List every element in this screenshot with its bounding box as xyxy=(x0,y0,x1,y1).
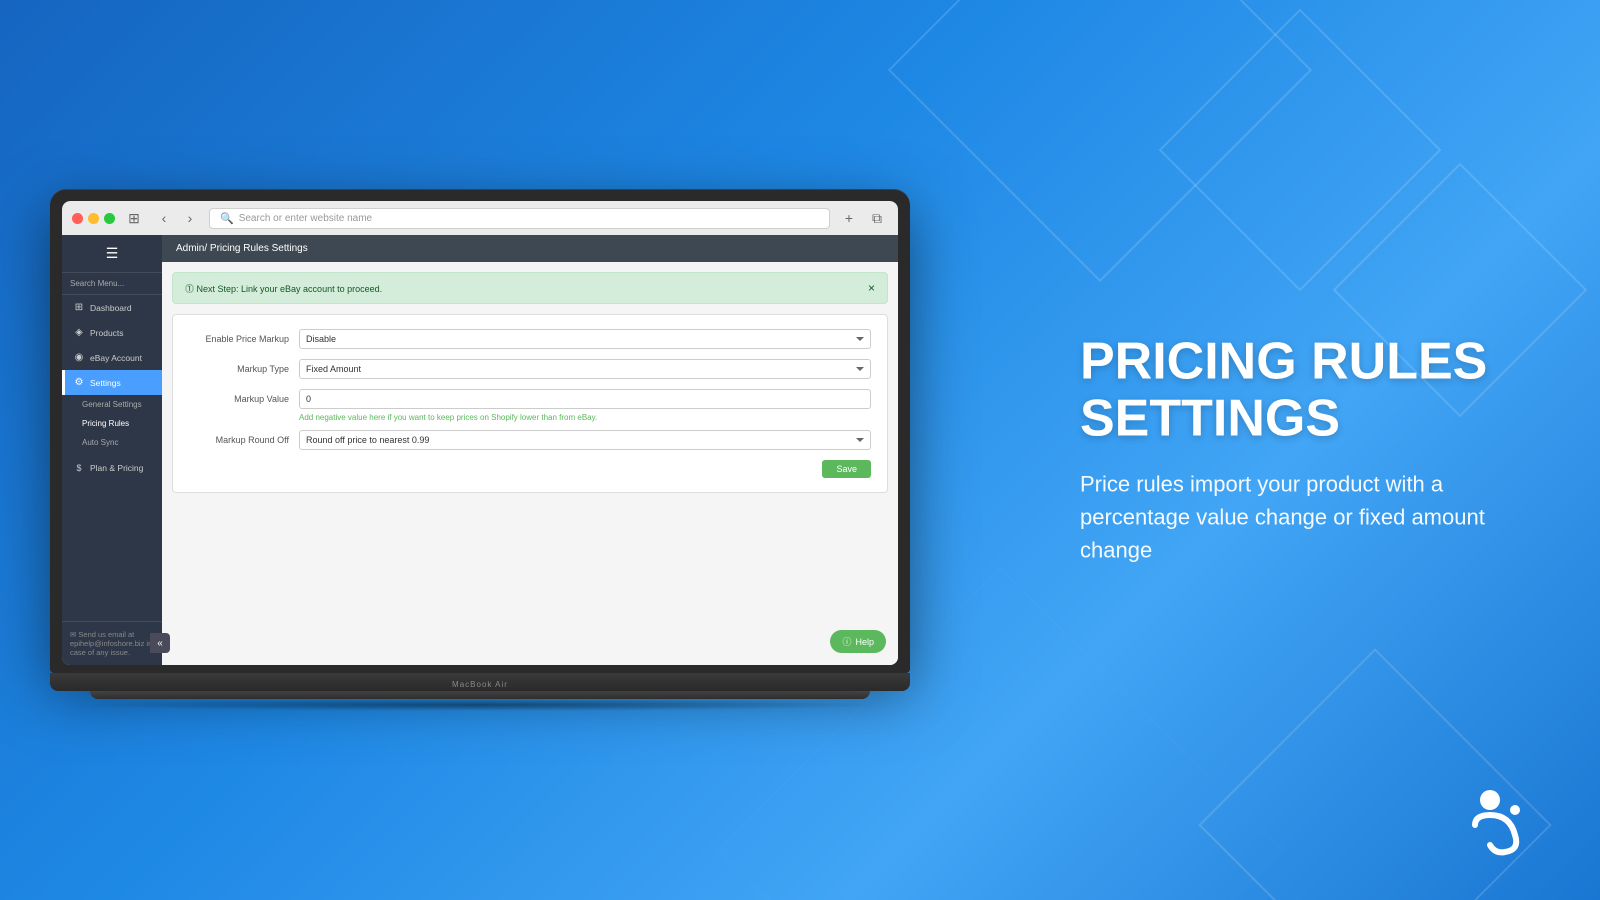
alert-close-button[interactable]: × xyxy=(868,281,875,295)
minimize-window-button[interactable] xyxy=(88,213,99,224)
sidebar-toggle-button[interactable]: ⊞ xyxy=(123,207,145,229)
form-row-round-off: Markup Round Off Round off price to near… xyxy=(189,430,871,450)
save-button[interactable]: Save xyxy=(822,460,871,478)
markup-value-label: Markup Value xyxy=(189,394,289,404)
laptop-foot xyxy=(90,691,870,699)
right-panel-description: Price rules import your product with a p… xyxy=(1080,468,1540,567)
company-logo xyxy=(1460,780,1540,860)
hamburger-icon: ☰ xyxy=(106,245,119,262)
round-off-select[interactable]: Round off price to nearest 0.99 No round… xyxy=(299,430,871,450)
plan-icon: $ xyxy=(73,463,85,473)
markup-type-label: Markup Type xyxy=(189,364,289,374)
close-window-button[interactable] xyxy=(72,213,83,224)
sidebar-sub-item-pricing[interactable]: Pricing Rules xyxy=(62,414,162,433)
top-bar: Admin/ Pricing Rules Settings xyxy=(162,235,898,262)
copy-button[interactable]: ⧉ xyxy=(866,207,888,229)
settings-icon: ⚙ xyxy=(73,377,85,388)
breadcrumb-admin: Admin/ xyxy=(176,243,207,254)
back-button[interactable]: ‹ xyxy=(153,207,175,229)
sidebar-collapse-button[interactable]: « xyxy=(150,633,170,653)
enable-markup-label: Enable Price Markup xyxy=(189,334,289,344)
round-off-label: Markup Round Off xyxy=(189,435,289,445)
laptop-lid: ⊞ ‹ › 🔍 Search or enter website name + ⧉ xyxy=(50,189,910,673)
main-content: ⓵ Next Step: Link your eBay account to p… xyxy=(162,262,898,665)
sidebar-item-label-settings: Settings xyxy=(90,378,121,388)
help-button[interactable]: ⓘ Help xyxy=(830,630,886,653)
browser-window-controls xyxy=(72,213,115,224)
screen-bezel: ⊞ ‹ › 🔍 Search or enter website name + ⧉ xyxy=(62,201,898,665)
ebay-icon: ◉ xyxy=(73,352,85,363)
browser-chrome: ⊞ ‹ › 🔍 Search or enter website name + ⧉ xyxy=(62,201,898,235)
help-label: Help xyxy=(855,637,874,647)
browser-action-buttons: + ⧉ xyxy=(838,207,888,229)
sidebar-footer: ✉ Send us email at epihelp@infoshore.biz… xyxy=(62,621,162,665)
enable-markup-select[interactable]: Disable Enable xyxy=(299,329,871,349)
address-text: Search or enter website name xyxy=(239,213,372,224)
laptop-mockup: ⊞ ‹ › 🔍 Search or enter website name + ⧉ xyxy=(50,189,910,711)
sidebar-sub-item-general[interactable]: General Settings xyxy=(62,395,162,414)
dashboard-icon: ⊞ xyxy=(73,302,85,313)
products-icon: ◈ xyxy=(73,327,85,338)
sidebar-item-label-products: Products xyxy=(90,328,124,338)
sidebar-sub-item-autosync[interactable]: Auto Sync xyxy=(62,433,162,452)
sidebar-item-settings[interactable]: ⚙ Settings xyxy=(62,370,162,395)
app-layout: ☰ Search Menu... ⊞ Dashboard ◈ Products xyxy=(62,235,898,665)
sidebar-search[interactable]: Search Menu... xyxy=(62,273,162,295)
help-icon: ⓘ xyxy=(842,635,851,648)
sidebar-item-plan[interactable]: $ Plan & Pricing xyxy=(62,456,162,480)
right-panel: PRICING RULES SETTINGS Price rules impor… xyxy=(1080,333,1540,566)
browser-navigation: ‹ › xyxy=(153,207,201,229)
settings-card: Enable Price Markup Disable Enable Marku… xyxy=(172,314,888,493)
forward-button[interactable]: › xyxy=(179,207,201,229)
laptop-base: MacBook Air xyxy=(50,673,910,691)
fullscreen-window-button[interactable] xyxy=(104,213,115,224)
form-row-markup-value: Markup Value xyxy=(189,389,871,409)
address-bar[interactable]: 🔍 Search or enter website name xyxy=(209,208,830,229)
breadcrumb-page: Pricing Rules Settings xyxy=(210,243,308,254)
sidebar-item-products[interactable]: ◈ Products xyxy=(62,320,162,345)
sidebar-item-label-dashboard: Dashboard xyxy=(90,303,132,313)
alert-banner: ⓵ Next Step: Link your eBay account to p… xyxy=(172,272,888,304)
form-actions: Save xyxy=(189,460,871,478)
sidebar-item-ebay-account[interactable]: ◉ eBay Account xyxy=(62,345,162,370)
markup-value-input[interactable] xyxy=(299,389,871,409)
footer-icon: ✉ xyxy=(70,630,76,639)
menu-toggle[interactable]: ☰ xyxy=(62,235,162,273)
main-area: Admin/ Pricing Rules Settings ⓵ Next Ste… xyxy=(162,235,898,665)
new-tab-button[interactable]: + xyxy=(838,207,860,229)
laptop-shadow xyxy=(70,699,890,711)
markup-value-hint: Add negative value here if you want to k… xyxy=(299,413,871,422)
sidebar: ☰ Search Menu... ⊞ Dashboard ◈ Products xyxy=(62,235,162,665)
sidebar-item-dashboard[interactable]: ⊞ Dashboard xyxy=(62,295,162,320)
markup-type-select[interactable]: Fixed Amount Percentage xyxy=(299,359,871,379)
sidebar-item-label-plan: Plan & Pricing xyxy=(90,463,143,473)
breadcrumb: Admin/ Pricing Rules Settings xyxy=(176,243,308,254)
right-panel-title: PRICING RULES SETTINGS xyxy=(1080,333,1540,447)
form-row-markup-type: Markup Type Fixed Amount Percentage xyxy=(189,359,871,379)
search-icon: 🔍 xyxy=(220,212,234,225)
laptop-brand-label: MacBook Air xyxy=(452,680,508,689)
sidebar-item-label-ebay: eBay Account xyxy=(90,353,142,363)
alert-message: ⓵ Next Step: Link your eBay account to p… xyxy=(185,282,382,295)
form-row-enable-markup: Enable Price Markup Disable Enable xyxy=(189,329,871,349)
